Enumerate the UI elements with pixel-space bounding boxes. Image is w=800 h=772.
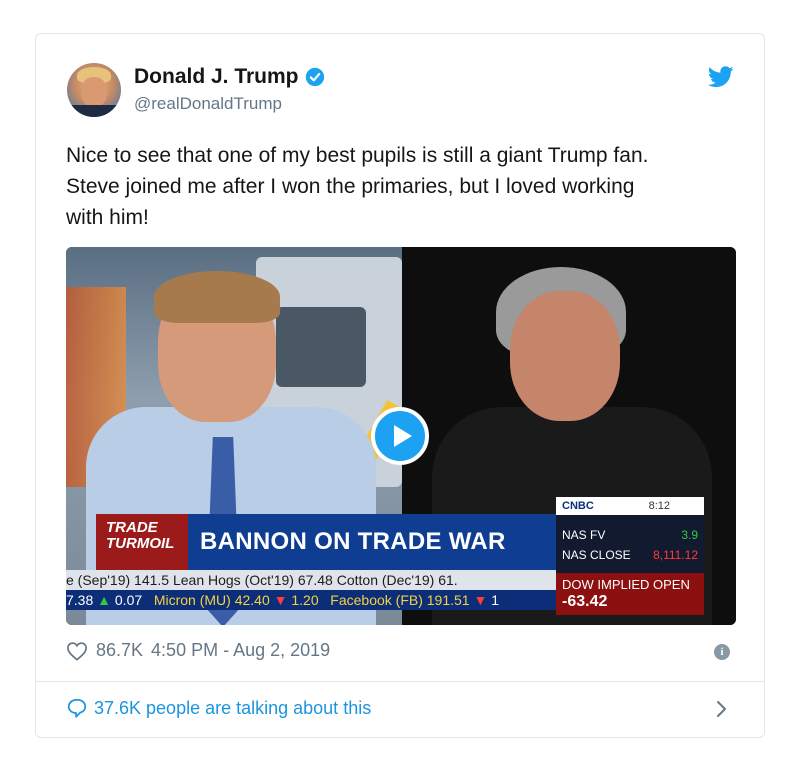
video-media[interactable]: TRADE TURMOIL BANNON ON TRADE WAR e (Sep… — [66, 247, 736, 625]
ticker-value: 7.38 — [66, 592, 94, 608]
heart-icon[interactable] — [66, 641, 88, 661]
tweet-timestamp[interactable]: 4:50 PM - Aug 2, 2019 — [151, 640, 330, 661]
segment-label: TRADE TURMOIL — [96, 514, 188, 570]
cnbc-market-box: CNBC 8:12 NAS FV 3.9 NAS CLOSE 8,111.12 … — [556, 497, 704, 615]
like-count[interactable]: 86.7K — [96, 640, 143, 661]
ticker-change: 1 — [491, 592, 500, 608]
tweet-text-line: Steve joined me after I won the primarie… — [66, 175, 635, 198]
segment-label-line1: TRADE — [106, 519, 158, 536]
avatar[interactable] — [67, 63, 121, 117]
chevron-right-icon[interactable] — [716, 700, 728, 718]
tweet-meta: 86.7K 4:50 PM - Aug 2, 2019 — [66, 640, 330, 661]
right-person-head — [510, 291, 620, 421]
ticker-facebook: Facebook (FB) 191.51 — [330, 592, 470, 608]
author-name[interactable]: Donald J. Trump — [134, 65, 299, 89]
avatar-face — [81, 77, 107, 107]
nas-close-value: 8,111.12 — [653, 548, 698, 562]
down-arrow-icon: ▼ — [273, 592, 288, 608]
divider — [36, 681, 764, 682]
ticker-change: 1.20 — [291, 592, 319, 608]
info-icon[interactable]: i — [714, 644, 730, 660]
up-arrow-icon: ▲ — [97, 592, 111, 608]
conversation-text[interactable]: 37.6K people are talking about this — [94, 698, 371, 719]
cnbc-logo: CNBC — [562, 500, 594, 512]
news-headline: BANNON ON TRADE WAR — [188, 514, 558, 570]
tweet-text-line: with him! — [66, 206, 149, 229]
nas-close-label: NAS CLOSE — [562, 548, 631, 562]
news-lower-third: TRADE TURMOIL BANNON ON TRADE WAR — [96, 514, 558, 570]
ticker-row-stocks: 7.38 ▲ 0.07 Micron (MU) 42.40 ▼ 1.20 Fac… — [66, 590, 556, 610]
ticker-change: 0.07 — [114, 592, 143, 608]
nas-fv-row: NAS FV 3.9 — [556, 527, 704, 543]
tweet-text-line: Nice to see that one of my best pupils i… — [66, 144, 649, 167]
down-arrow-icon: ▼ — [473, 592, 488, 608]
nas-close-row: NAS CLOSE 8,111.12 — [556, 547, 704, 563]
author-handle[interactable]: @realDonaldTrump — [134, 94, 282, 114]
segment-label-line2: TURMOIL — [106, 535, 175, 552]
dow-implied-open: DOW IMPLIED OPEN -63.42 — [556, 573, 704, 615]
dow-label: DOW IMPLIED OPEN — [562, 577, 690, 592]
nas-fv-label: NAS FV — [562, 528, 606, 542]
play-icon — [393, 425, 412, 447]
left-person-hair — [154, 271, 280, 323]
avatar-suit — [67, 105, 121, 117]
twitter-bird-icon[interactable] — [708, 66, 734, 88]
cnbc-header: CNBC 8:12 — [556, 497, 704, 515]
speech-bubble-icon — [67, 698, 87, 718]
nas-fv-value: 3.9 — [681, 528, 698, 542]
dow-value: -63.42 — [562, 593, 608, 610]
tweet-text: Nice to see that one of my best pupils i… — [66, 140, 736, 233]
tweet-card: Donald J. Trump @realDonaldTrump Nice to… — [35, 33, 765, 738]
play-button[interactable] — [371, 407, 429, 465]
author-name-row[interactable]: Donald J. Trump — [134, 65, 325, 89]
stock-ticker: e (Sep'19) 141.5 Lean Hogs (Oct'19) 67.4… — [66, 570, 556, 610]
background-truck-window — [276, 307, 366, 387]
ticker-micron: Micron (MU) 42.40 — [153, 592, 270, 608]
verified-badge-icon — [305, 67, 324, 87]
conversation-link[interactable]: 37.6K people are talking about this — [66, 697, 371, 719]
cnbc-time: 8:12 — [648, 500, 670, 512]
ticker-row-commodities: e (Sep'19) 141.5 Lean Hogs (Oct'19) 67.4… — [66, 572, 458, 588]
